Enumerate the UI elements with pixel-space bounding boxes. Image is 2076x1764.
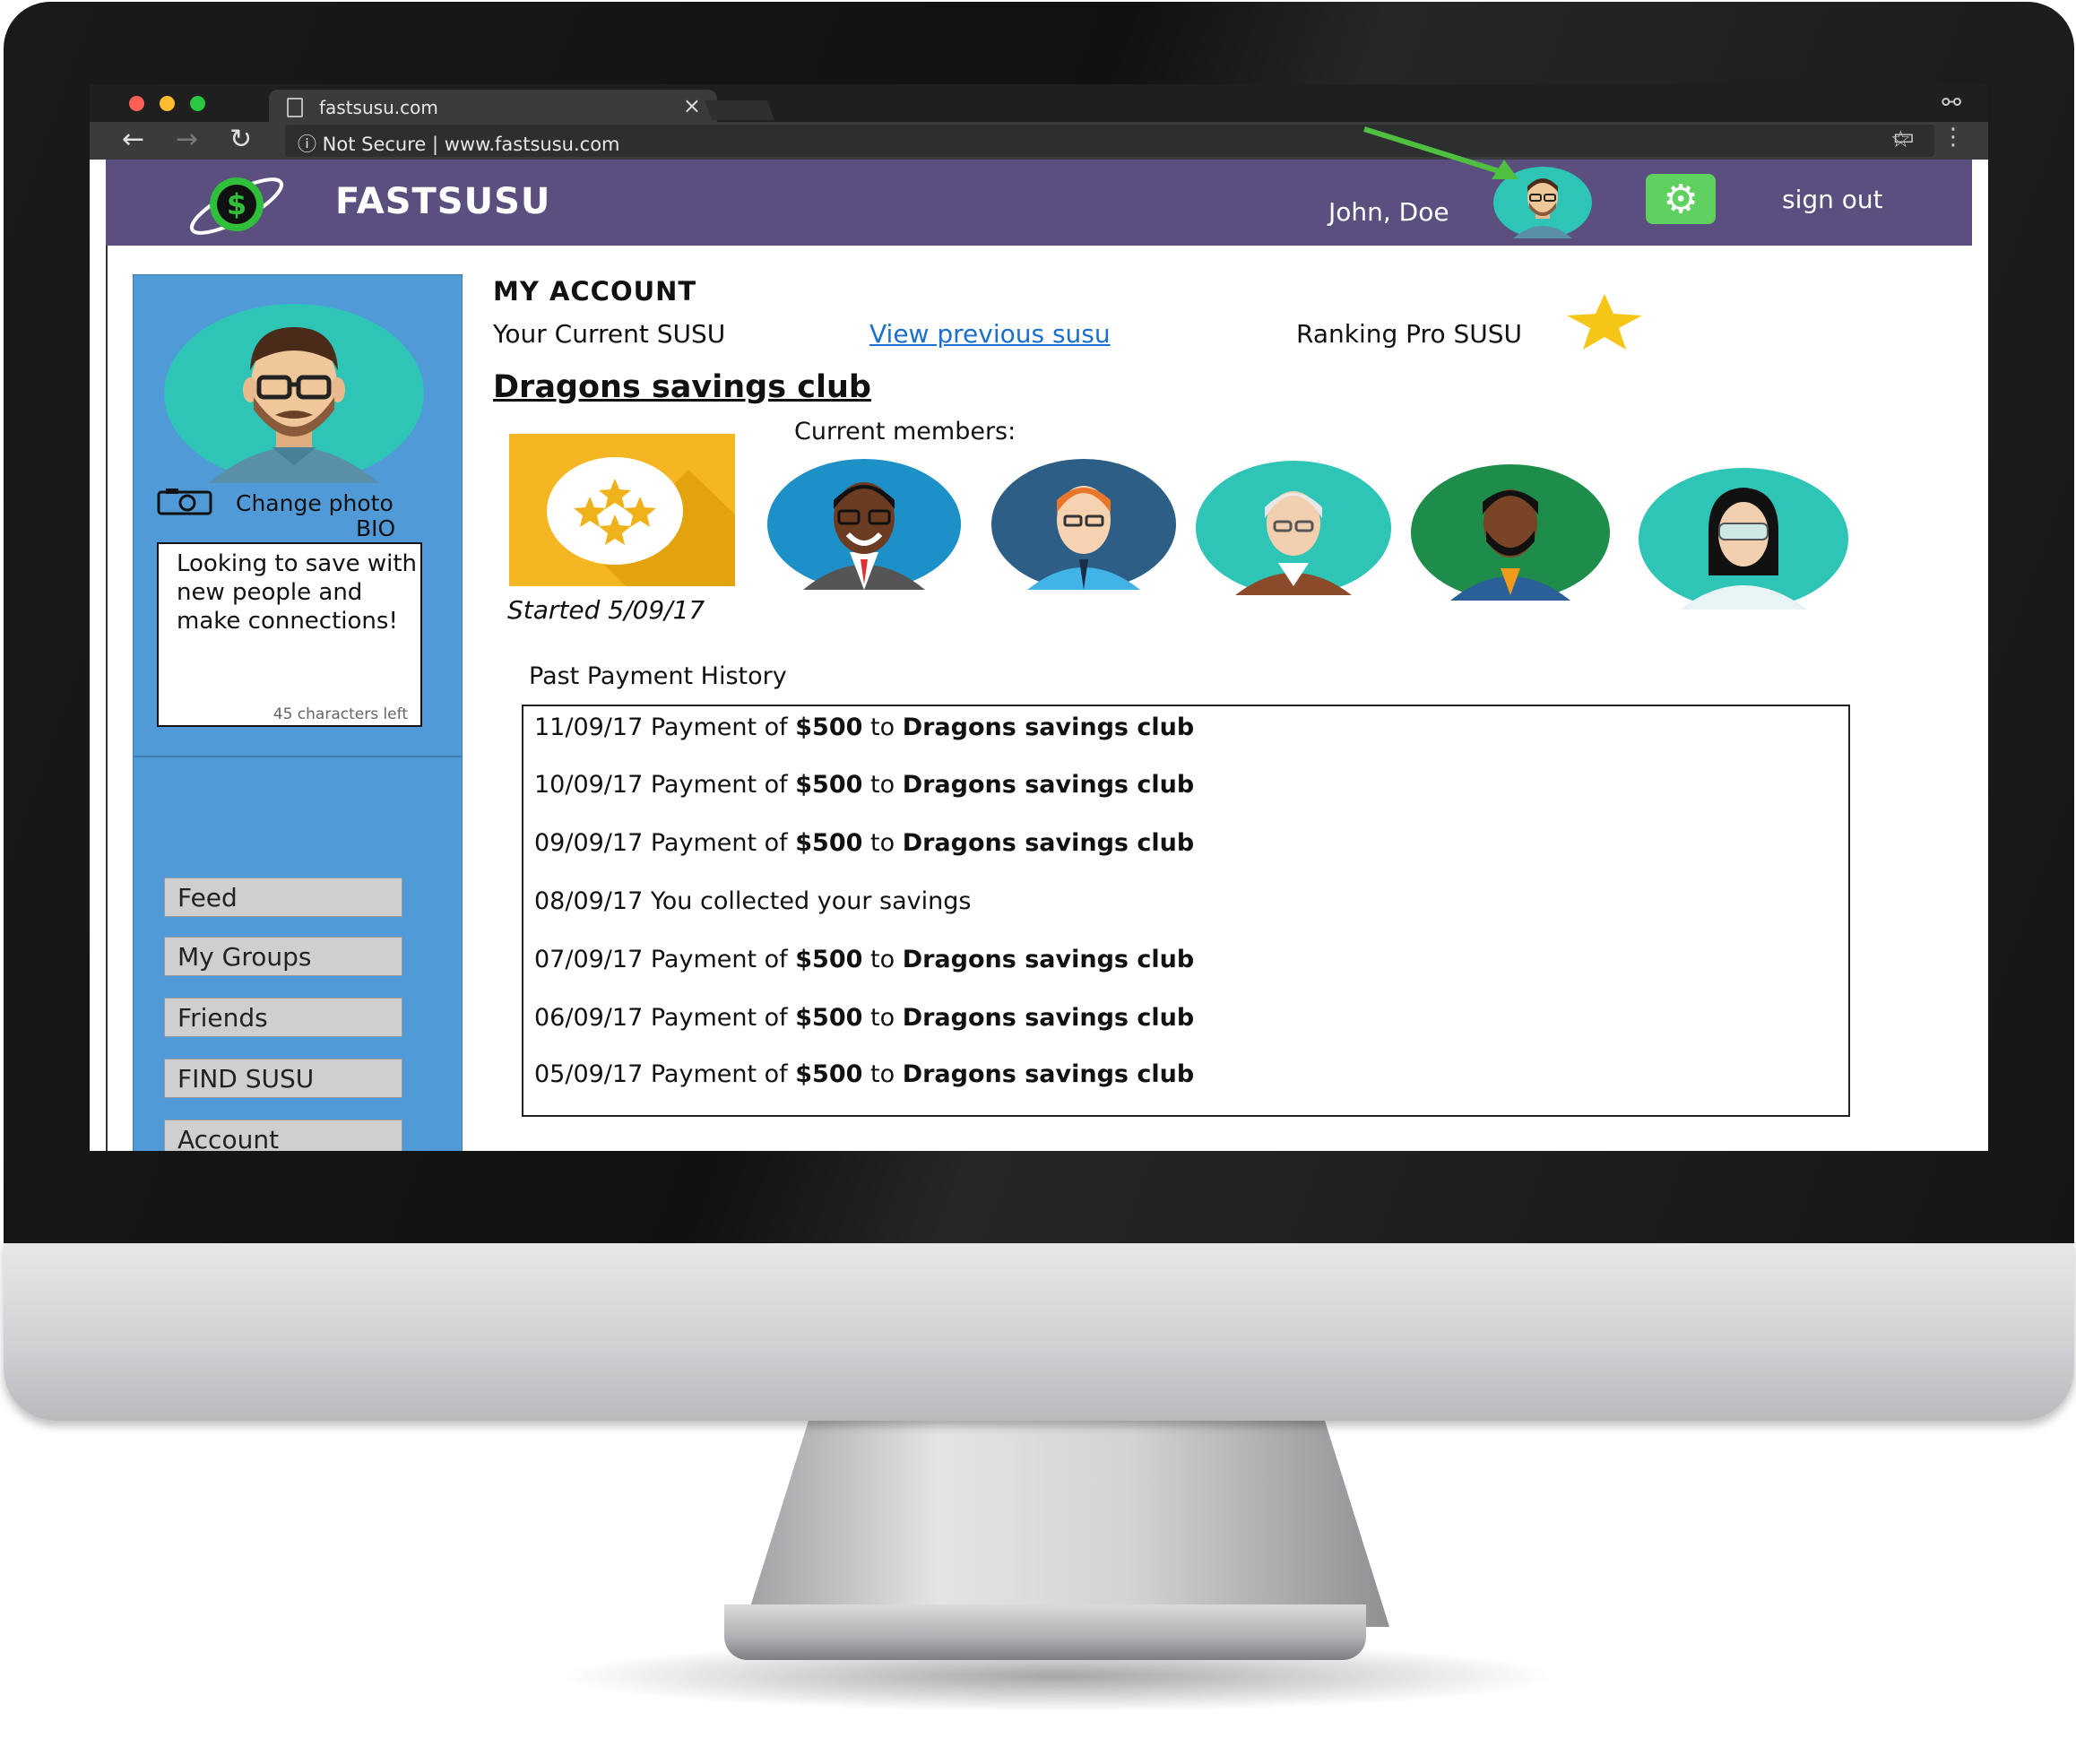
tab-close-icon[interactable]: × [683,93,701,118]
current-susu-label: Your Current SUSU [493,319,726,349]
address-bar[interactable]: ⓘ Not Secure | www.fastsusu.com ☆ [285,125,1934,157]
current-members-label: Current members: [794,418,1016,445]
monitor-chin [4,1241,2074,1421]
club-badge[interactable] [509,434,735,586]
view-previous-susu-link[interactable]: View previous susu [869,319,1111,349]
close-window-button[interactable] [129,96,144,111]
tab-title: fastsusu.com [319,97,438,118]
gear-icon: ⚙ [1663,176,1699,222]
history-row: 06/09/17 Payment of $500 to Dragons savi… [534,1004,1195,1032]
change-photo-label: Change photo [236,490,394,516]
member-avatar[interactable] [1639,468,1848,610]
forward-icon[interactable]: → [176,124,198,155]
cast-icon[interactable]: ▭ [1892,124,1915,151]
member-avatar[interactable] [767,459,961,590]
member-avatar[interactable] [991,459,1176,590]
camera-icon [157,489,212,515]
reload-icon[interactable]: ↻ [229,124,252,155]
ranking-label: Ranking Pro SUSU [1296,319,1523,349]
nav-friends-button[interactable]: Friends [164,998,402,1037]
sign-out-link[interactable]: sign out [1782,185,1883,214]
nav-find-susu-button[interactable]: FIND SUSU [164,1059,402,1098]
member-avatar[interactable] [1196,461,1391,595]
sidebar-divider [134,756,462,757]
profile-photo[interactable] [164,304,424,483]
history-row: 11/09/17 Payment of $500 to Dragons savi… [534,713,1195,741]
bio-textarea[interactable]: Looking to save with new people and make… [157,542,422,727]
minimize-window-button[interactable] [160,96,175,111]
nav-account-button[interactable]: Account [164,1120,402,1151]
browser-tab[interactable]: fastsusu.com × [269,90,717,122]
sidebar: Change photo BIO Looking to save with ne… [133,274,463,1151]
pointer-arrow-icon [1363,126,1518,179]
svg-text:$: $ [227,187,247,221]
app-header: $ FASTSUSU John, Doe ⚙ sign out [106,160,1972,246]
club-name[interactable]: Dragons savings club [493,369,871,405]
monitor-screen: fastsusu.com × ⚯ ← → ↻ ⓘ Not Secure | ww… [90,84,1988,1151]
nav-feed-button[interactable]: Feed [164,878,402,917]
history-row: 09/09/17 Payment of $500 to Dragons savi… [534,829,1195,857]
history-row: 07/09/17 Payment of $500 to Dragons savi… [534,946,1195,973]
monitor-stand-foot [724,1604,1366,1660]
incognito-icon: ⚯ [1942,90,1961,117]
dollar-globe-icon[interactable]: $ [183,167,290,242]
history-row: 10/09/17 Payment of $500 to Dragons savi… [534,771,1195,799]
user-name: John, Doe [1328,197,1449,227]
browser-tab-bar: fastsusu.com × ⚯ [90,84,1988,122]
new-tab-button[interactable] [704,100,775,120]
brand-name[interactable]: FASTSUSU [335,181,550,222]
bio-character-count: 45 characters left [272,705,408,723]
bio-label: BIO [356,515,396,541]
bio-text: Looking to save with new people and make… [177,550,418,635]
browser-toolbar: ← → ↻ ⓘ Not Secure | www.fastsusu.com ☆ … [90,122,1988,160]
address-text: ⓘ Not Secure | www.fastsusu.com [298,134,620,155]
ranking-star-icon [1567,294,1642,350]
history-row: 08/09/17 You collected your savings [534,887,972,915]
payment-history-label: Past Payment History [529,662,787,690]
stars-badge-icon [547,457,735,586]
content-border [106,246,108,1151]
monitor-stand-neck [744,1421,1389,1627]
page-title: MY ACCOUNT [493,276,697,307]
member-avatar[interactable] [1411,464,1610,601]
back-icon[interactable]: ← [122,124,144,155]
club-started-date: Started 5/09/17 [507,595,705,625]
history-row: 05/09/17 Payment of $500 to Dragons savi… [534,1060,1195,1088]
menu-dots-icon[interactable]: ⋮ [1942,124,1965,151]
settings-button[interactable]: ⚙ [1646,174,1716,224]
change-photo-button[interactable]: Change photo [157,485,444,517]
page-icon [287,98,303,117]
payment-history-list: 11/09/17 Payment of $500 to Dragons savi… [522,705,1850,1117]
nav-my-groups-button[interactable]: My Groups [164,937,402,976]
zoom-window-button[interactable] [190,96,205,111]
